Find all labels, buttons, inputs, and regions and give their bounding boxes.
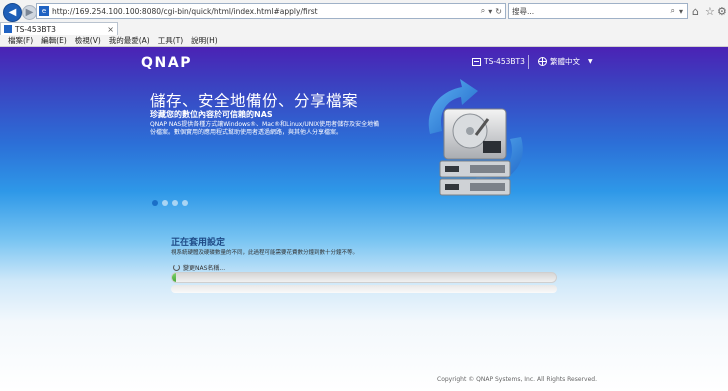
globe-icon	[538, 57, 547, 66]
search-icon[interactable]: ⌕	[481, 6, 485, 16]
bay-2-handle	[445, 184, 459, 190]
progress-reflection	[171, 285, 557, 293]
bay-2-vent	[470, 183, 505, 191]
home-icon[interactable]: ⌂	[692, 5, 699, 18]
page-favicon-icon: e	[39, 6, 49, 16]
favorites-star-icon[interactable]: ☆	[705, 5, 715, 18]
menu-tools[interactable]: 工具(T)	[158, 35, 183, 46]
header-divider	[528, 55, 529, 69]
menu-edit[interactable]: 編輯(E)	[41, 35, 67, 46]
drive-board	[483, 141, 501, 153]
hero-title: 儲存、安全地備份、分享檔案	[150, 92, 359, 110]
language-selector[interactable]: 繁體中文 ▼	[538, 56, 593, 67]
search-icon[interactable]: ⌕	[671, 6, 675, 16]
hero-description: QNAP NAS提供各種方式讓Windows®、Mac®和Linux/UNIX使…	[150, 121, 380, 136]
drive-spindle	[466, 127, 474, 135]
bay-1-handle	[445, 166, 459, 172]
status-text: 變更NAS名稱...	[183, 265, 226, 272]
dropdown-icon[interactable]: ▾	[488, 7, 492, 16]
forward-arrow-icon: ▶	[25, 7, 34, 18]
close-tab-icon[interactable]: ×	[107, 25, 114, 34]
back-button[interactable]: ◀	[3, 3, 22, 22]
tab-label: TS-453BT3	[15, 24, 56, 34]
forward-button[interactable]: ▶	[22, 5, 37, 20]
setup-status: 變更NAS名稱...	[173, 263, 225, 272]
setup-description: 視系統硬體及硬碟數量的不同，此過程可能需要花費數分鐘到數十分鐘不等。	[171, 250, 359, 256]
tab-favicon-icon	[4, 25, 12, 33]
browser-tab[interactable]: TS-453BT3 ×	[0, 22, 118, 35]
search-box[interactable]: 搜尋... ⌕ ▾	[508, 3, 688, 19]
menu-file[interactable]: 檔案(F)	[8, 35, 33, 46]
qnap-setup-page: QNAP TS-453BT3 繁體中文 ▼ 儲存、安全地備份、分享檔案 珍藏您的…	[0, 47, 728, 391]
language-label: 繁體中文	[550, 57, 580, 66]
refresh-icon[interactable]: ↻	[495, 7, 502, 16]
qnap-logo: QNAP	[141, 55, 193, 71]
address-bar[interactable]: e http://169.254.100.100:8080/cgi-bin/qu…	[36, 3, 506, 19]
carousel-dot[interactable]	[172, 200, 178, 206]
carousel-dot[interactable]	[152, 200, 158, 206]
menu-favorites[interactable]: 我的最愛(A)	[109, 35, 150, 46]
search-input[interactable]: 搜尋...	[512, 6, 671, 17]
menu-help[interactable]: 說明(H)	[191, 35, 218, 46]
setup-title: 正在套用設定	[171, 238, 226, 248]
caret-down-icon: ▼	[588, 58, 593, 65]
loading-spinner-icon	[173, 264, 180, 271]
hero-subtitle: 珍藏您的數位內容於可信賴的NAS	[150, 110, 273, 119]
model-name: TS-453BT3	[484, 57, 525, 66]
address-url[interactable]: http://169.254.100.100:8080/cgi-bin/quic…	[52, 7, 481, 16]
nas-device-icon	[472, 57, 481, 66]
copyright-text: Copyright © QNAP Systems, Inc. All Right…	[437, 376, 597, 383]
progress-fill	[172, 273, 176, 282]
carousel-dot[interactable]	[162, 200, 168, 206]
menu-view[interactable]: 檢視(V)	[75, 35, 101, 46]
model-indicator: TS-453BT3	[472, 57, 525, 66]
dropdown-icon[interactable]: ▾	[679, 7, 683, 16]
hard-drive-sync-icon	[428, 79, 523, 196]
bay-1-vent	[470, 165, 505, 173]
back-arrow-icon: ◀	[8, 7, 17, 18]
browser-chrome: ◀ ▶ e http://169.254.100.100:8080/cgi-bi…	[0, 0, 728, 47]
progress-bar	[171, 272, 557, 283]
gear-icon[interactable]: ⚙	[717, 5, 727, 18]
carousel-dots	[152, 200, 192, 206]
carousel-dot[interactable]	[182, 200, 188, 206]
menu-bar: 檔案(F) 編輯(E) 檢視(V) 我的最愛(A) 工具(T) 說明(H)	[0, 35, 728, 46]
